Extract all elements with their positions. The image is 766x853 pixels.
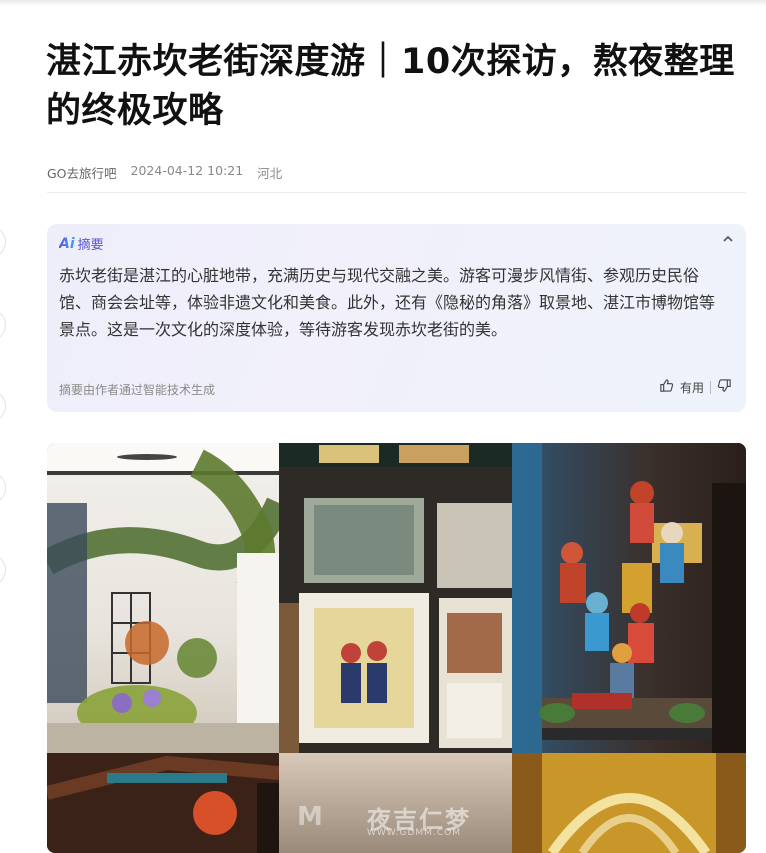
side-action-button[interactable] — [0, 226, 6, 258]
photo-paintings[interactable] — [279, 443, 512, 753]
watermark-url: WWW.GDMM.COM — [367, 828, 461, 838]
feedback-separator — [710, 381, 711, 394]
ai-logo-icon: Ai — [59, 235, 75, 252]
photo-arcade[interactable] — [512, 753, 746, 853]
chevron-up-icon[interactable] — [722, 233, 734, 249]
ai-summary-text: 赤坎老街是湛江的心脏地带，充满历史与现代交融之美。游客可漫步风情街、参观历史民俗… — [59, 266, 716, 339]
feedback-bar: 有用 — [659, 378, 732, 397]
region-label: 河北 — [257, 166, 283, 181]
ai-summary-panel: Ai 摘要 赤坎老街是湛江的心脏地带，充满历史与现代交融之美。游客可漫步风情街、… — [47, 224, 746, 412]
photo-opera-figures[interactable] — [512, 443, 746, 753]
publish-date: 2024-04-12 10:21 — [130, 163, 244, 178]
photo-street-lantern[interactable] — [47, 753, 279, 853]
photo-collage[interactable] — [47, 443, 746, 853]
article-meta: GO去旅行吧 2024-04-12 10:21 河北 — [47, 163, 282, 182]
divider — [47, 192, 746, 193]
side-action-button[interactable] — [0, 472, 6, 504]
watermark: M 夜吉仁梦 WWW.GDMM.COM — [297, 800, 497, 840]
thumbs-up-icon[interactable] — [659, 378, 674, 397]
side-action-button[interactable] — [0, 554, 6, 586]
ai-summary-header: Ai 摘要 — [59, 234, 104, 254]
side-action-button[interactable] — [0, 390, 6, 422]
useful-button[interactable]: 有用 — [680, 379, 704, 396]
thumbs-down-icon[interactable] — [717, 378, 732, 397]
photo-gallery-plants[interactable] — [47, 443, 279, 753]
top-shadow-bar — [0, 0, 766, 6]
article-title: 湛江赤坎老街深度游｜10次探访，熬夜整理的终极攻略 — [46, 42, 735, 131]
author-name[interactable]: GO去旅行吧 — [47, 163, 117, 182]
watermark-logo-icon: M — [297, 802, 323, 832]
side-action-button[interactable] — [0, 309, 6, 341]
ai-summary-footnote: 摘要由作者通过智能技术生成 — [59, 383, 216, 397]
ai-summary-label: 摘要 — [77, 238, 104, 253]
